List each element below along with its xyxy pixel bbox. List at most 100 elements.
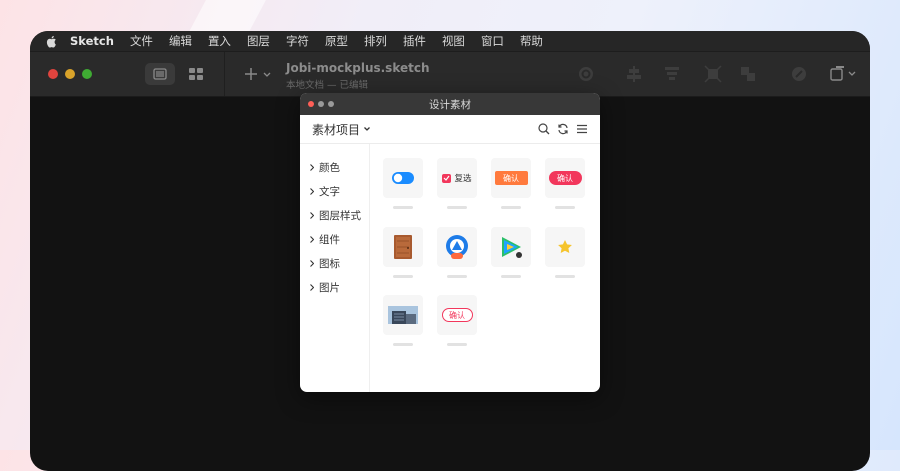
refresh-icon[interactable] — [557, 122, 569, 135]
menu-icon[interactable] — [576, 122, 588, 135]
confirm-button-outline: 确认 — [441, 308, 473, 322]
chevron-right-icon — [310, 187, 314, 195]
asset-caption — [393, 275, 413, 278]
asset-toggle-switch[interactable] — [383, 158, 423, 209]
asset-browser-app[interactable] — [437, 227, 477, 278]
panel-title: 设计素材 — [429, 98, 471, 111]
asset-caption — [555, 206, 575, 209]
sidebar-item-label: 图层样式 — [319, 209, 361, 222]
sidebar-item-label: 图标 — [319, 257, 340, 270]
building-photo-icon — [388, 306, 418, 324]
play-app-icon — [502, 237, 522, 258]
asset-caption — [393, 206, 413, 209]
panel-minimize-button[interactable] — [318, 101, 324, 107]
apple-logo-icon[interactable] — [46, 35, 57, 48]
asset-category-sidebar: 颜色 文字 图层样式 组件 图标 图片 — [300, 144, 370, 392]
panel-header: 素材项目 — [300, 115, 600, 144]
chevron-right-icon — [310, 283, 314, 291]
menu-insert[interactable]: 置入 — [208, 33, 231, 49]
chevron-right-icon — [310, 163, 314, 171]
confirm-button-orange: 确认 — [494, 171, 528, 185]
grid-icon — [189, 68, 203, 80]
create-symbol-button[interactable] — [576, 64, 596, 84]
asset-caption — [447, 275, 467, 278]
export-icon — [830, 66, 856, 81]
design-assets-panel: 设计素材 素材项目 颜色 文字 图层样式 组件 图标 图片 复选 确认 确认 确… — [300, 93, 600, 392]
asset-button-pink[interactable]: 确认 — [545, 158, 585, 209]
document-title: Jobi-mockplus.sketch — [286, 61, 430, 75]
menu-text[interactable]: 字符 — [286, 33, 309, 49]
checkbox-checked-icon — [442, 173, 452, 183]
asset-button-outline[interactable]: 确认 — [437, 295, 477, 346]
flatten-button[interactable] — [703, 64, 723, 84]
asset-star[interactable] — [545, 227, 585, 278]
confirm-button-pink: 确认 — [548, 171, 582, 185]
checkbox-label: 复选 — [454, 174, 472, 184]
star-icon — [558, 240, 572, 253]
toolbar-divider — [224, 52, 225, 96]
asset-caption — [501, 275, 521, 278]
chevron-right-icon — [310, 235, 314, 243]
close-window-button[interactable] — [48, 69, 58, 79]
align-button[interactable] — [624, 64, 644, 84]
panel-zoom-button[interactable] — [328, 101, 334, 107]
sidebar-item-text[interactable]: 文字 — [300, 179, 369, 203]
menu-prototype[interactable]: 原型 — [325, 33, 348, 49]
chevron-right-icon — [310, 211, 314, 219]
sidebar-item-layer-styles[interactable]: 图层样式 — [300, 203, 369, 227]
zoom-window-button[interactable] — [82, 69, 92, 79]
asset-button-orange[interactable]: 确认 — [491, 158, 531, 209]
asset-video-app[interactable] — [491, 227, 531, 278]
sidebar-item-images[interactable]: 图片 — [300, 275, 369, 299]
mask-button[interactable] — [738, 64, 758, 84]
chevron-down-icon — [364, 127, 370, 131]
menu-plugins[interactable]: 插件 — [403, 33, 426, 49]
document-status: 本地文档 — 已编辑 — [286, 80, 369, 91]
distribute-button[interactable] — [662, 64, 682, 84]
menu-view[interactable]: 视图 — [442, 33, 465, 49]
sidebar-item-colors[interactable]: 颜色 — [300, 155, 369, 179]
project-selector[interactable]: 素材项目 — [312, 121, 371, 138]
menu-help[interactable]: 帮助 — [520, 33, 543, 49]
menu-sketch[interactable]: Sketch — [70, 34, 114, 48]
menu-window[interactable]: 窗口 — [481, 33, 504, 49]
panel-titlebar: 设计素材 — [300, 93, 600, 115]
toggle-switch-icon — [392, 172, 414, 184]
components-view-button[interactable] — [181, 63, 211, 85]
search-icon[interactable] — [538, 122, 550, 135]
asset-caption — [447, 343, 467, 346]
preview-button[interactable] — [789, 64, 809, 84]
door-icon — [394, 235, 412, 259]
mask-icon — [741, 67, 755, 81]
insert-button[interactable] — [242, 64, 276, 84]
preview-icon — [792, 67, 806, 81]
sidebar-item-label: 图片 — [319, 281, 340, 294]
asset-caption — [501, 206, 521, 209]
distribute-icon — [665, 67, 679, 80]
canvas-view-button[interactable] — [145, 63, 175, 85]
asset-checkbox[interactable]: 复选 — [437, 158, 477, 209]
menu-layer[interactable]: 图层 — [247, 33, 270, 49]
minimize-window-button[interactable] — [65, 69, 75, 79]
menu-bar: Sketch 文件 编辑 置入 图层 字符 原型 排列 插件 视图 窗口 帮助 — [30, 31, 870, 51]
sidebar-item-components[interactable]: 组件 — [300, 227, 369, 251]
export-button[interactable] — [828, 64, 860, 84]
menu-file[interactable]: 文件 — [130, 33, 153, 49]
browser-app-icon — [446, 235, 468, 259]
asset-wooden-door[interactable] — [383, 227, 423, 278]
menu-edit[interactable]: 编辑 — [169, 33, 192, 49]
sidebar-item-icons[interactable]: 图标 — [300, 251, 369, 275]
panel-close-button[interactable] — [308, 101, 314, 107]
canvas-icon — [153, 68, 167, 80]
flatten-icon — [704, 65, 722, 83]
asset-building-photo[interactable] — [383, 295, 423, 346]
align-icon — [627, 66, 641, 82]
sidebar-item-label: 颜色 — [319, 161, 340, 174]
menu-arrange[interactable]: 排列 — [364, 33, 387, 49]
chevron-right-icon — [310, 259, 314, 267]
plus-icon — [245, 68, 271, 80]
symbol-icon — [579, 67, 593, 81]
sidebar-item-label: 组件 — [319, 233, 340, 246]
asset-caption — [393, 343, 413, 346]
sidebar-item-label: 文字 — [319, 185, 340, 198]
